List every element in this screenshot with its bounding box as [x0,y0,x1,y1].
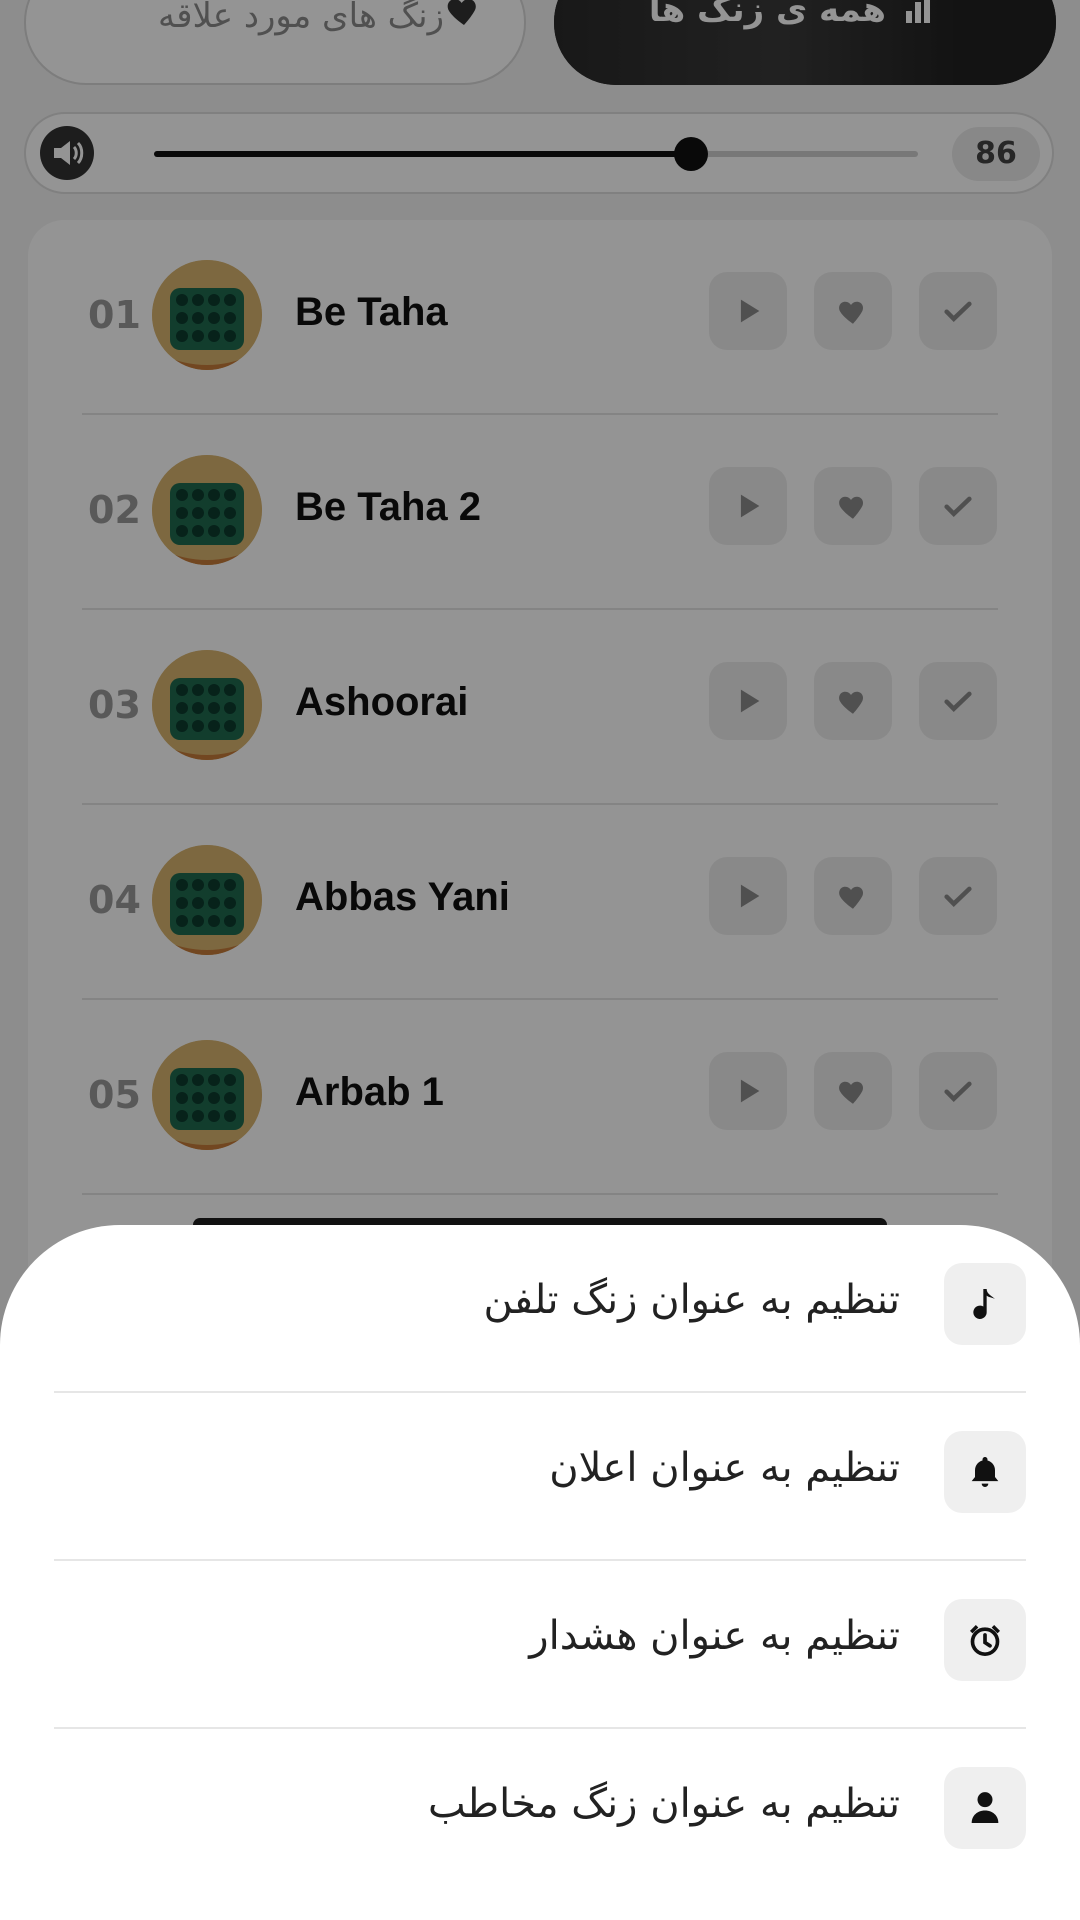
sheet-option-icon-box [944,1599,1026,1681]
sheet-option-icon-box [944,1263,1026,1345]
sheet-option-icon-box [944,1767,1026,1849]
sheet-option[interactable]: تنظیم به عنوان زنگ مخاطب [0,1729,1080,1897]
bottom-sheet: تنظیم به عنوان زنگ تلفن تنظیم به عنوان اع… [0,1225,1080,1920]
sheet-option-label: تنظیم به عنوان زنگ تلفن [483,1277,900,1323]
sheet-option-label: تنظیم به عنوان هشدار [529,1613,900,1659]
sheet-option[interactable]: تنظیم به عنوان اعلان [0,1393,1080,1561]
sheet-option[interactable]: تنظیم به عنوان هشدار [0,1561,1080,1729]
sheet-option[interactable]: تنظیم به عنوان زنگ تلفن [0,1225,1080,1393]
sheet-option-label: تنظیم به عنوان اعلان [549,1445,900,1491]
sheet-option-icon-box [944,1431,1026,1513]
sheet-option-label: تنظیم به عنوان زنگ مخاطب [427,1781,900,1827]
